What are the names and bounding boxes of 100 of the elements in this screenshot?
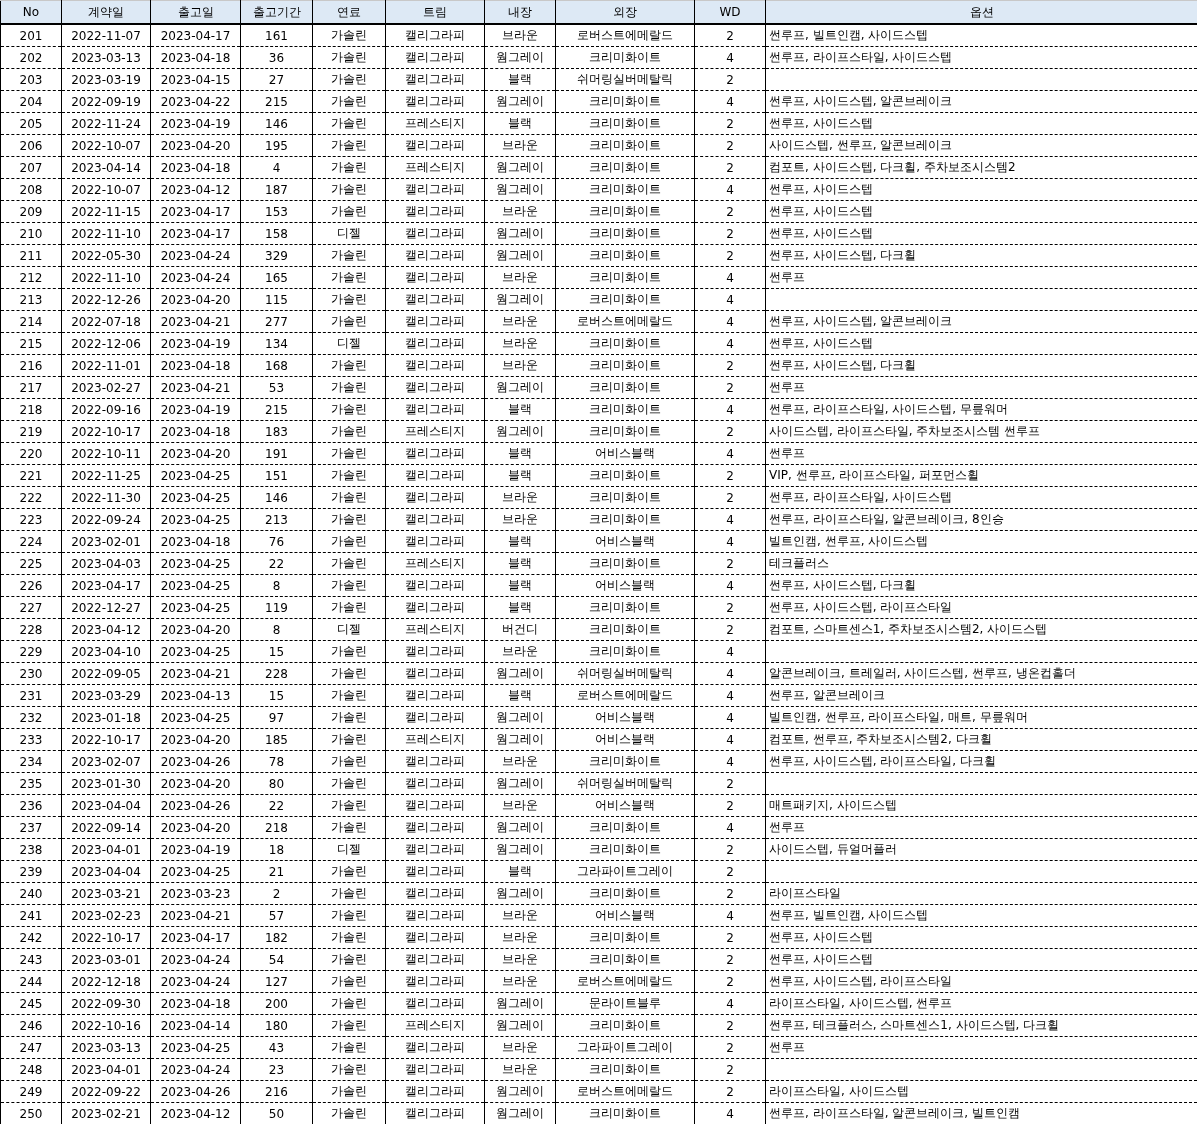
table-cell: 캘리그라피 xyxy=(385,816,485,839)
table-cell: 76 xyxy=(240,530,313,553)
table-cell: 2 xyxy=(694,948,766,971)
table-cell: 2022-11-07 xyxy=(61,24,151,47)
table-cell: 2023-04-25 xyxy=(150,574,241,597)
table-cell: 218 xyxy=(0,398,62,421)
table-cell: 크리미화이트 xyxy=(555,112,695,135)
table-cell: 207 xyxy=(0,156,62,179)
table-cell: 크리미화이트 xyxy=(555,882,695,905)
table-cell: 가솔린 xyxy=(312,640,386,663)
table-cell: 크리미화이트 xyxy=(555,134,695,157)
table-cell: 가솔린 xyxy=(312,948,386,971)
table-cell: 2023-02-01 xyxy=(61,530,151,553)
table-cell: 2023-04-21 xyxy=(150,310,241,333)
table-cell: 캘리그라피 xyxy=(385,1058,485,1081)
table-cell: 2 xyxy=(694,244,766,267)
table-cell: 2023-04-18 xyxy=(150,354,241,377)
table-cell: 캘리그라피 xyxy=(385,244,485,267)
table-cell: 캘리그라피 xyxy=(385,376,485,399)
table-cell: 가솔린 xyxy=(312,662,386,685)
table-cell: 2023-04-21 xyxy=(150,662,241,685)
table-cell: 213 xyxy=(0,288,62,311)
table-cell: 134 xyxy=(240,332,313,355)
table-cell: 블랙 xyxy=(484,530,556,553)
table-cell: 웜그레이 xyxy=(484,90,556,113)
table-cell: 로버스트에메랄드 xyxy=(555,970,695,993)
table-cell: 4 xyxy=(694,684,766,707)
table-cell: 캘리그라피 xyxy=(385,970,485,993)
table-cell: 크리미화이트 xyxy=(555,398,695,421)
table-cell: 크리미화이트 xyxy=(555,750,695,773)
table-cell: 182 xyxy=(240,926,313,949)
table-cell: 219 xyxy=(0,420,62,443)
table-cell: 2023-04-04 xyxy=(61,794,151,817)
table-cell: 245 xyxy=(0,992,62,1015)
table-cell: 2022-10-16 xyxy=(61,1014,151,1037)
table-cell: 웜그레이 xyxy=(484,992,556,1015)
table-cell: 215 xyxy=(240,398,313,421)
table-cell: 2 xyxy=(694,376,766,399)
table-cell: 239 xyxy=(0,860,62,883)
table-cell: 2022-07-18 xyxy=(61,310,151,333)
table-cell: 웜그레이 xyxy=(484,288,556,311)
table-cell: 4 xyxy=(694,288,766,311)
table-cell: 캘리그라피 xyxy=(385,508,485,531)
table-cell: 가솔린 xyxy=(312,486,386,509)
table-cell: 97 xyxy=(240,706,313,729)
table-cell: 2023-04-25 xyxy=(150,706,241,729)
table-cell: 2023-04-20 xyxy=(150,618,241,641)
table-cell: 가솔린 xyxy=(312,1036,386,1059)
column-header: No xyxy=(0,0,62,24)
column-header: WD xyxy=(694,0,766,24)
table-cell: 2023-04-19 xyxy=(150,112,241,135)
table-cell: 2023-04-13 xyxy=(150,684,241,707)
table-cell: 2022-11-24 xyxy=(61,112,151,135)
table-cell: 2 xyxy=(694,596,766,619)
table-cell: 크리미화이트 xyxy=(555,508,695,531)
table-cell: 2 xyxy=(694,464,766,487)
table-cell: 디젤 xyxy=(312,222,386,245)
table-cell: 브라운 xyxy=(484,310,556,333)
table-cell: 2023-04-26 xyxy=(150,1080,241,1103)
table-cell: 4 xyxy=(694,706,766,729)
table-cell: 브라운 xyxy=(484,970,556,993)
table-cell: 브라운 xyxy=(484,508,556,531)
table-cell: 36 xyxy=(240,46,313,69)
table-cell: 캘리그라피 xyxy=(385,68,485,91)
table-cell: 153 xyxy=(240,200,313,223)
table-cell: 8 xyxy=(240,574,313,597)
table-cell: 가솔린 xyxy=(312,244,386,267)
table-cell: 디젤 xyxy=(312,332,386,355)
table-cell: 2022-12-06 xyxy=(61,332,151,355)
table-cell: 185 xyxy=(240,728,313,751)
table-cell: 228 xyxy=(0,618,62,641)
table-cell: 가솔린 xyxy=(312,992,386,1015)
table-cell: 158 xyxy=(240,222,313,245)
table-cell: 2023-04-24 xyxy=(150,266,241,289)
table-cell: 2022-11-01 xyxy=(61,354,151,377)
table-cell: 2 xyxy=(694,552,766,575)
table-cell: 236 xyxy=(0,794,62,817)
table-cell: 캘리그라피 xyxy=(385,266,485,289)
table-cell: 246 xyxy=(0,1014,62,1037)
table-cell: 가솔린 xyxy=(312,90,386,113)
table-cell: 로버스트에메랄드 xyxy=(555,684,695,707)
table-cell: 2022-12-18 xyxy=(61,970,151,993)
table-cell: 238 xyxy=(0,838,62,861)
table-cell: 2023-04-18 xyxy=(150,420,241,443)
table-cell: 캘리그라피 xyxy=(385,750,485,773)
table-cell: 블랙 xyxy=(484,596,556,619)
table-cell: 2 xyxy=(694,200,766,223)
column-header: 출고일 xyxy=(150,0,241,24)
table-cell: 가솔린 xyxy=(312,1014,386,1037)
table-cell: 2023-04-24 xyxy=(150,1058,241,1081)
table-cell: 프레스티지 xyxy=(385,552,485,575)
table-cell: 2023-02-07 xyxy=(61,750,151,773)
table-cell: 2 xyxy=(694,156,766,179)
table-cell: 2023-03-13 xyxy=(61,1036,151,1059)
table-cell: 어비스블랙 xyxy=(555,794,695,817)
table-cell: 가솔린 xyxy=(312,794,386,817)
table-cell: 웜그레이 xyxy=(484,706,556,729)
table-cell: 2022-11-10 xyxy=(61,222,151,245)
table-cell: 4 xyxy=(694,662,766,685)
table-cell: 2023-04-17 xyxy=(61,574,151,597)
